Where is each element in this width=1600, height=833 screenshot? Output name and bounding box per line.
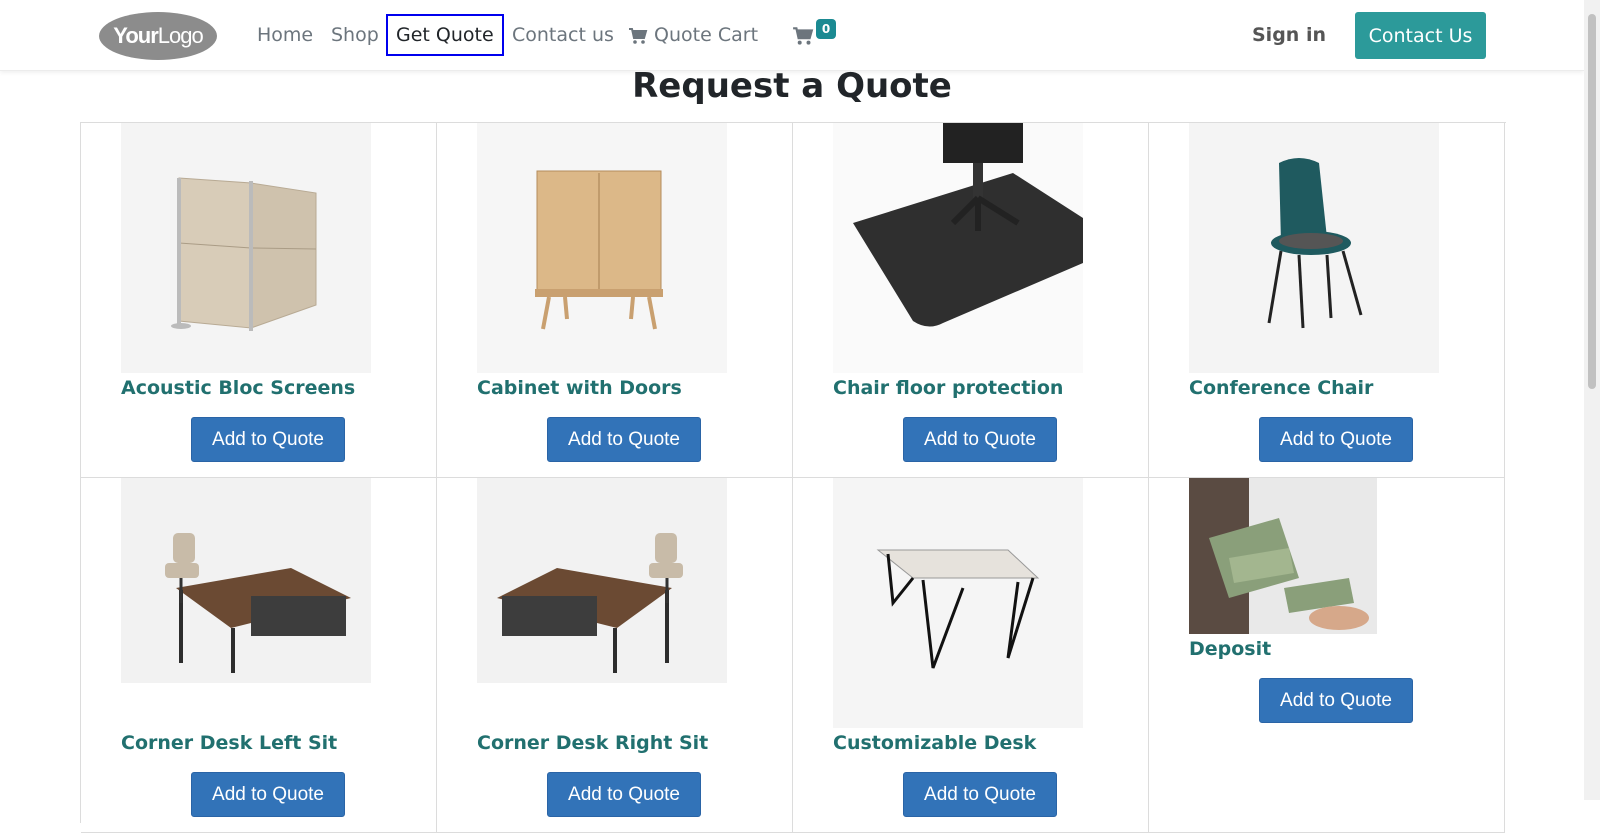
product-card: Acoustic Bloc Screens Add to Quote [81,123,437,478]
quote-cart-label: Quote Cart [654,24,759,46]
add-to-quote-button[interactable]: Add to Quote [903,417,1057,462]
site-header: Your Logo Home Shop Get Quote Contact us … [0,0,1584,71]
product-card: Customizable Desk Add to Quote [793,478,1149,833]
product-image[interactable] [121,478,371,683]
product-card: Corner Desk Right Sit Add to Quote [437,478,793,833]
product-name[interactable]: Corner Desk Right Sit [477,732,708,754]
product-card: Conference Chair Add to Quote [1149,123,1505,478]
product-card: Chair floor protection Add to Quote [793,123,1149,478]
contact-us-button[interactable]: Contact Us [1355,12,1486,59]
add-to-quote-button[interactable]: Add to Quote [903,772,1057,817]
nav-quote-cart[interactable]: Quote Cart [628,20,758,50]
sign-in-link[interactable]: Sign in [1252,20,1326,50]
product-name[interactable]: Conference Chair [1189,377,1373,399]
product-image[interactable] [1189,478,1377,634]
product-name[interactable]: Customizable Desk [833,732,1036,754]
product-image[interactable] [477,123,727,373]
product-name[interactable]: Corner Desk Left Sit [121,732,337,754]
product-image[interactable] [833,123,1083,373]
add-to-quote-button[interactable]: Add to Quote [547,772,701,817]
product-image[interactable] [477,478,727,683]
product-name[interactable]: Deposit [1189,638,1271,660]
page-scrollbar[interactable] [1584,0,1600,800]
nav-get-quote[interactable]: Get Quote [386,14,504,56]
add-to-quote-button[interactable]: Add to Quote [191,772,345,817]
product-grid: Acoustic Bloc Screens Add to Quote Cabin… [80,122,1506,833]
nav-shop[interactable]: Shop [331,20,379,50]
cart-count-badge: 0 [816,19,836,39]
product-card: Corner Desk Left Sit Add to Quote [81,478,437,833]
nav-contact-us[interactable]: Contact us [512,20,614,50]
product-name[interactable]: Cabinet with Doors [477,377,682,399]
page-title: Request a Quote [632,66,952,106]
product-card: Cabinet with Doors Add to Quote [437,123,793,478]
shopping-cart-icon[interactable] [792,26,814,46]
add-to-quote-button[interactable]: Add to Quote [191,417,345,462]
product-image[interactable] [1189,123,1439,373]
product-image[interactable] [833,478,1083,728]
scrollbar-thumb[interactable] [1588,14,1596,389]
product-image[interactable] [121,123,371,373]
add-to-quote-button[interactable]: Add to Quote [547,417,701,462]
site-logo[interactable]: Your Logo [99,12,217,60]
add-to-quote-button[interactable]: Add to Quote [1259,678,1413,723]
product-card: Deposit Add to Quote [1149,478,1505,833]
add-to-quote-button[interactable]: Add to Quote [1259,417,1413,462]
cart-icon [629,27,648,44]
product-name[interactable]: Acoustic Bloc Screens [121,377,355,399]
nav-home[interactable]: Home [257,20,313,50]
product-name[interactable]: Chair floor protection [833,377,1063,399]
